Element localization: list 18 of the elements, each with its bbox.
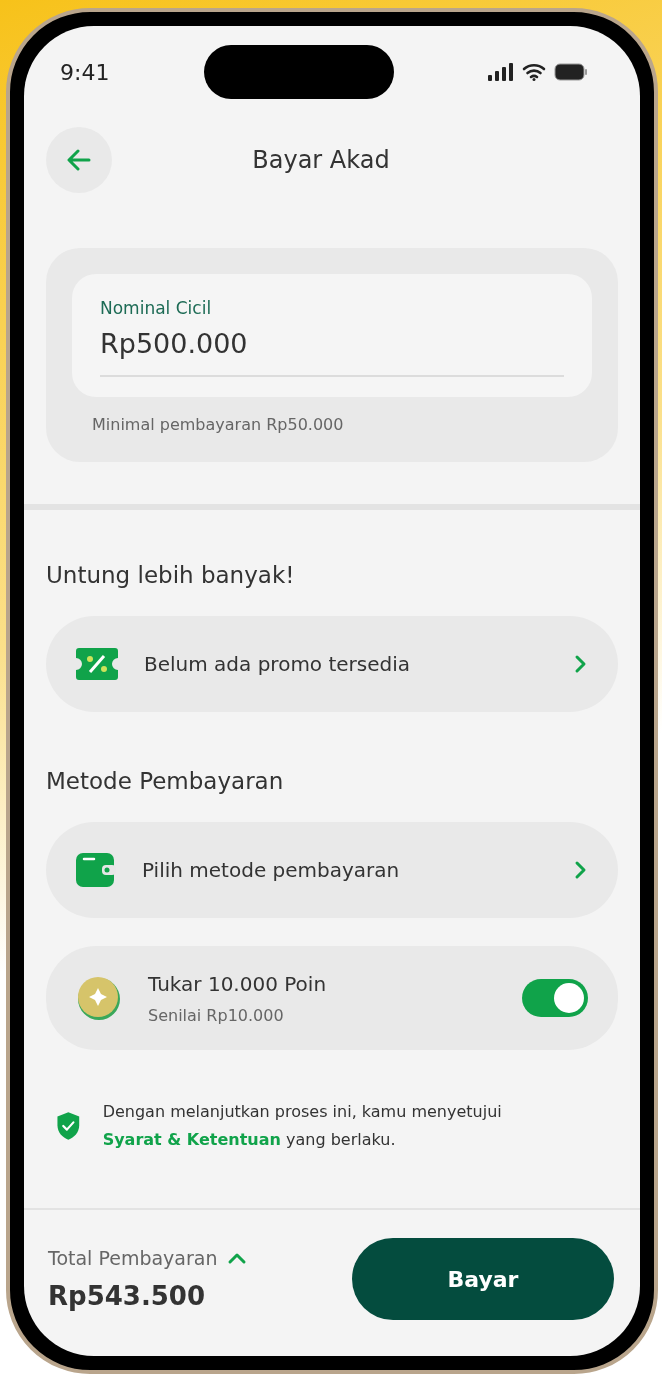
row-subtitle: Senilai Rp10.000	[148, 1005, 285, 1025]
status-time: 9:41	[60, 59, 110, 85]
field-hint: Minimal pembayaran Rp50.000	[91, 414, 345, 434]
section-title: Untung lebih banyak!	[46, 562, 296, 588]
section-title: Metode Pembayaran	[46, 768, 285, 794]
page-title: Bayar Akad	[251, 146, 391, 174]
amount-input-field[interactable]: Nominal Cicil Rp500.000	[72, 274, 592, 397]
row-label: Pilih metode pembayaran	[142, 858, 401, 882]
terms-text: Dengan melanjutkan proses ini, kamu menyetujui Syarat & Ketentuan yang berlaku.	[102, 1101, 503, 1151]
row-label: Belum ada promo tersedia	[144, 652, 412, 676]
list-row[interactable]: Belum ada promo tersedia	[46, 616, 618, 712]
row-label: Tukar 10.000 Poin	[148, 971, 328, 996]
field-label: Nominal Cicil	[100, 298, 213, 318]
pay-button[interactable]: Bayar	[352, 1238, 614, 1320]
field-value: Rp500.000	[100, 318, 564, 377]
total-label: Total Pembayaran	[48, 1247, 218, 1269]
total-amount: Rp543.500	[48, 1281, 207, 1311]
list-row[interactable]: Pilih metode pembayaran	[46, 822, 618, 918]
